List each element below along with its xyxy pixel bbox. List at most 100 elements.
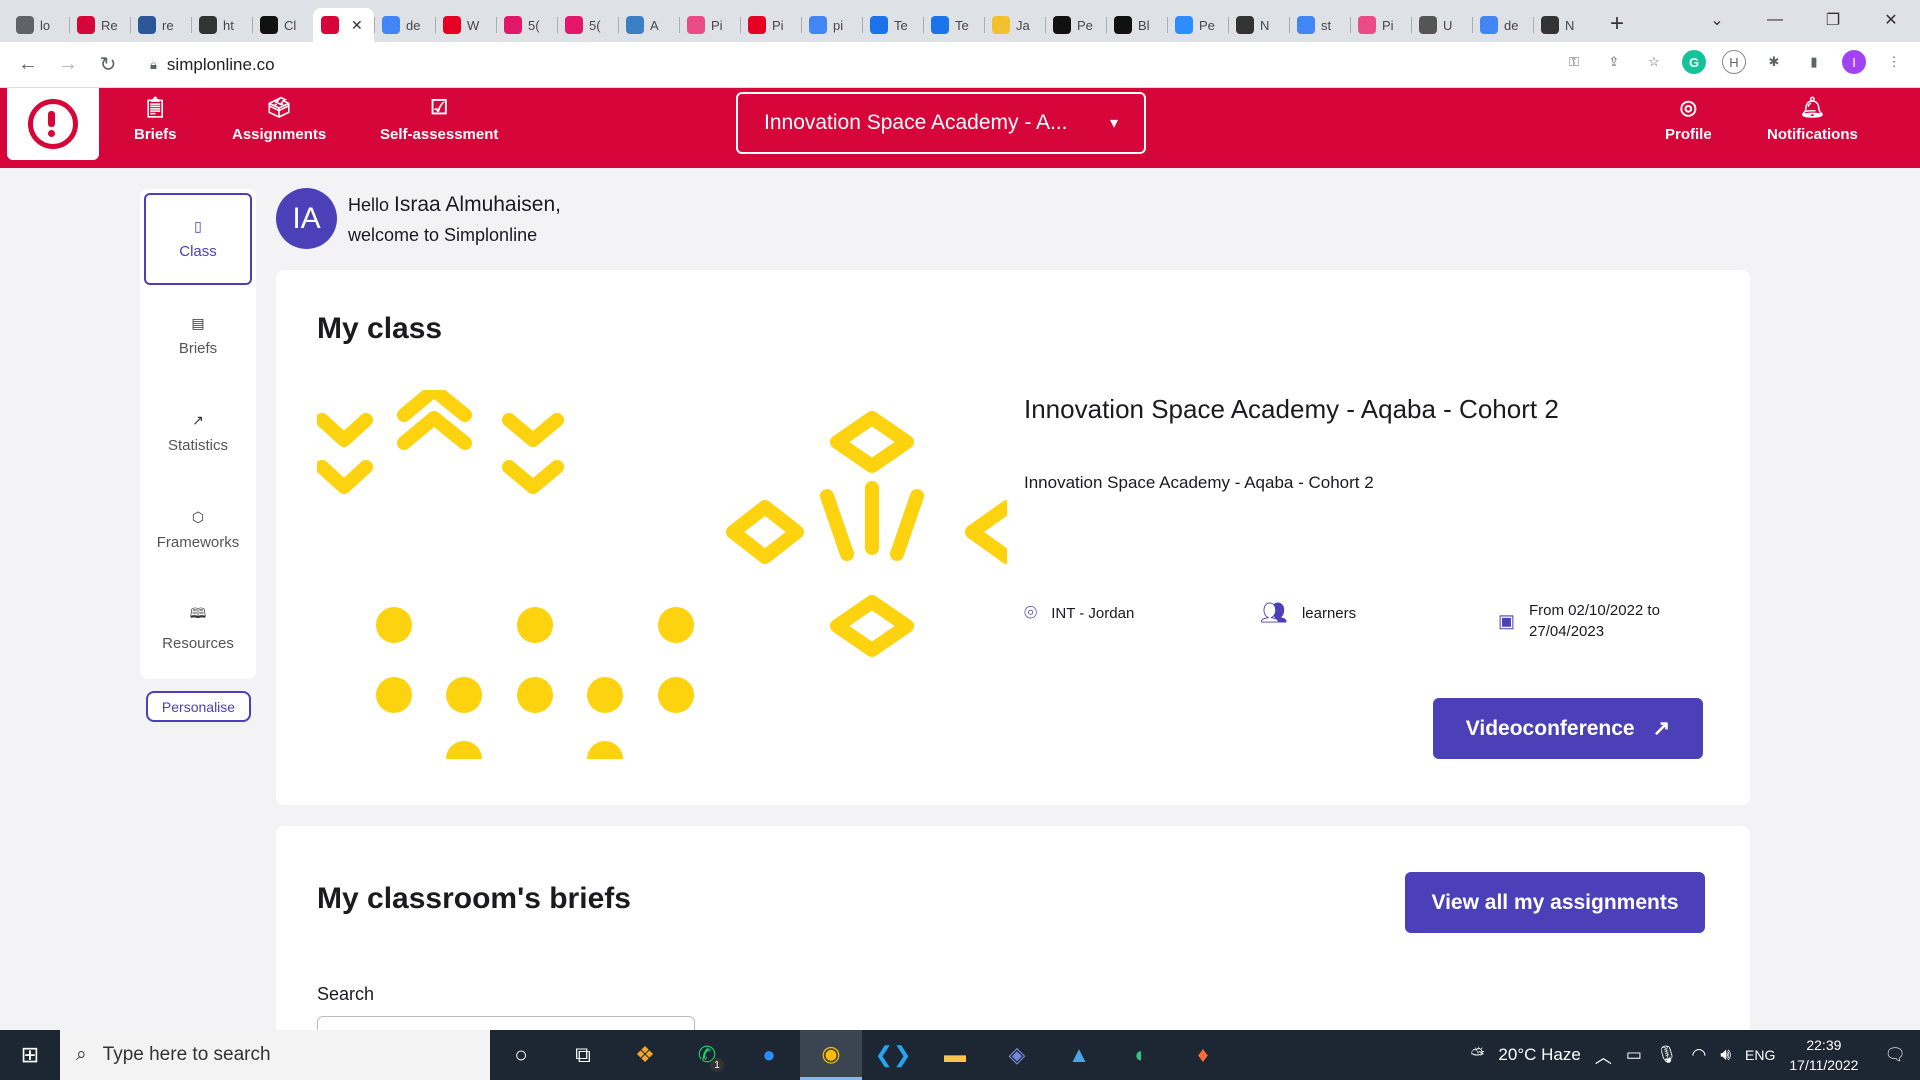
tab-search-chevron-icon[interactable]: ⌄ bbox=[1688, 10, 1746, 30]
browser-tab[interactable]: Bl bbox=[1106, 8, 1167, 42]
reload-icon[interactable]: ↻ bbox=[88, 52, 128, 77]
tab-label: pi bbox=[833, 17, 844, 33]
browser-tab[interactable]: A bbox=[618, 8, 679, 42]
file-explorer-icon[interactable]: ▬ bbox=[924, 1030, 986, 1080]
discord-icon[interactable]: ◈ bbox=[986, 1030, 1048, 1080]
edge-icon[interactable]: ◐ bbox=[1110, 1030, 1172, 1080]
grammarly-icon[interactable]: G bbox=[1682, 50, 1706, 74]
header-nav-briefs[interactable]: 📋︎ Briefs bbox=[134, 96, 177, 143]
browser-tab[interactable]: U bbox=[1411, 8, 1472, 42]
tab-label: Bl bbox=[1138, 17, 1150, 33]
mic-icon[interactable]: 🎙︎ bbox=[1656, 1045, 1678, 1065]
volume-icon[interactable]: 🔊︎ bbox=[1720, 1045, 1731, 1065]
chrome-icon[interactable]: ◉ bbox=[800, 1030, 862, 1080]
browser-tab[interactable]: de bbox=[374, 8, 435, 42]
puzzle-icon[interactable]: ✱ bbox=[1762, 50, 1786, 74]
browser-tab[interactable]: Pi bbox=[1350, 8, 1411, 42]
windows-start-icon[interactable]: ⊞ bbox=[0, 1030, 60, 1080]
browser-tab[interactable]: ht bbox=[191, 8, 252, 42]
header-nav-self-assessment[interactable]: ☑ Self-assessment bbox=[380, 96, 498, 143]
m-icon bbox=[565, 16, 583, 34]
browser-tab[interactable]: N bbox=[1533, 8, 1594, 42]
profile-avatar[interactable]: I bbox=[1842, 50, 1866, 74]
wifi-icon[interactable]: ◠ bbox=[1691, 1045, 1706, 1065]
extension-h-icon[interactable]: H bbox=[1722, 50, 1746, 74]
restore-icon[interactable]: ❐ bbox=[1804, 10, 1862, 30]
sidebar-item-class[interactable]: ▯ Class bbox=[144, 193, 252, 285]
clock[interactable]: 22:39 17/11/2022 bbox=[1789, 1035, 1858, 1075]
browser-tab[interactable]: re bbox=[130, 8, 191, 42]
globe-icon bbox=[16, 16, 34, 34]
close-window-icon[interactable]: ✕ bbox=[1862, 10, 1920, 30]
taskbar-app-icon[interactable]: ❖ bbox=[614, 1030, 676, 1080]
browser-tab[interactable]: Cl bbox=[252, 8, 313, 42]
zoom-icon bbox=[1175, 16, 1193, 34]
forward-icon[interactable]: → bbox=[48, 53, 88, 76]
browser-tab[interactable]: Pe bbox=[1167, 8, 1228, 42]
tab-label: Ja bbox=[1016, 17, 1030, 33]
extension-icons: ⚿ ⇪ ☆ G H ✱ ▮ I ⋮ bbox=[1562, 50, 1906, 74]
new-tab-button[interactable]: + bbox=[1610, 10, 1624, 38]
browser-toolbar: ← → ↻ 🔒︎ simplonline.co ⚿ ⇪ ☆ G H ✱ ▮ I … bbox=[0, 42, 1920, 88]
task-view-icon[interactable]: ⧉ bbox=[552, 1030, 614, 1080]
pinterest-icon bbox=[443, 16, 461, 34]
browser-tab[interactable]: N bbox=[1228, 8, 1289, 42]
tab-label: Pi bbox=[1382, 17, 1394, 33]
personalise-button[interactable]: Personalise bbox=[146, 691, 251, 722]
browser-tab[interactable]: 5( bbox=[557, 8, 618, 42]
side-panel-icon[interactable]: ▮ bbox=[1802, 50, 1826, 74]
browser-tab[interactable]: de bbox=[1472, 8, 1533, 42]
browser-tab[interactable]: 5( bbox=[496, 8, 557, 42]
minimize-icon[interactable]: — bbox=[1746, 11, 1804, 29]
zoom-icon[interactable]: ● bbox=[738, 1030, 800, 1080]
system-tray: ⛅︎ 20°C Haze ︿ ▭ 🎙︎ ◠ 🔊︎ ENG 22:39 17/11… bbox=[1471, 1030, 1920, 1080]
sidebar-item-frameworks[interactable]: ⬡ Frameworks bbox=[144, 484, 252, 576]
address-bar[interactable]: 🔒︎ simplonline.co bbox=[140, 48, 1540, 82]
language-indicator[interactable]: ENG bbox=[1745, 1047, 1775, 1063]
location-pin-icon: ⌾ bbox=[1024, 600, 1038, 625]
sidebar-item-statistics[interactable]: ↗ Statistics bbox=[144, 387, 252, 479]
browser-tab[interactable]: Re bbox=[69, 8, 130, 42]
share-icon[interactable]: ⇪ bbox=[1602, 50, 1626, 74]
academy-select[interactable]: Innovation Space Academy - A... ▾ bbox=[736, 92, 1146, 154]
code-icon bbox=[199, 16, 217, 34]
browser-tab[interactable]: W bbox=[435, 8, 496, 42]
browser-tab[interactable]: Te bbox=[862, 8, 923, 42]
location-text: INT - Jordan bbox=[1051, 604, 1135, 622]
weather-text[interactable]: 20°C Haze bbox=[1498, 1045, 1580, 1065]
sidebar-item-resources[interactable]: 🕮 Resources bbox=[144, 581, 252, 673]
bookmark-star-icon[interactable]: ☆ bbox=[1642, 50, 1666, 74]
browser-tab[interactable]: Pi bbox=[679, 8, 740, 42]
back-icon[interactable]: ← bbox=[8, 53, 48, 76]
videoconference-button[interactable]: Videoconference ↗ bbox=[1433, 698, 1703, 759]
key-icon[interactable]: ⚿ bbox=[1562, 50, 1586, 74]
bell-icon: 🔔︎ bbox=[1799, 97, 1826, 119]
browser-tab[interactable]: st bbox=[1289, 8, 1350, 42]
header-nav-notifications[interactable]: 🔔︎ Notifications bbox=[1767, 96, 1858, 143]
browser-tab[interactable]: Te bbox=[923, 8, 984, 42]
sidebar-item-briefs[interactable]: ▤ Briefs bbox=[144, 290, 252, 382]
header-nav-profile[interactable]: ◎ Profile bbox=[1665, 96, 1712, 143]
tab-close-icon[interactable]: ✕ bbox=[351, 17, 363, 34]
tab-label: Cl bbox=[284, 17, 297, 33]
photos-icon[interactable]: ▲ bbox=[1048, 1030, 1110, 1080]
view-all-assignments-button[interactable]: View all my assignments bbox=[1405, 872, 1705, 933]
notifications-center-icon[interactable]: 🗨︎ bbox=[1884, 1045, 1906, 1065]
browser-tab[interactable]: Pi bbox=[740, 8, 801, 42]
simplon-logo[interactable] bbox=[7, 88, 99, 160]
browser-tab[interactable]: lo bbox=[8, 8, 69, 42]
battery-icon[interactable]: ▭ bbox=[1626, 1045, 1642, 1065]
paint-drop-icon[interactable]: ♦ bbox=[1172, 1030, 1234, 1080]
cortana-icon[interactable]: ○ bbox=[490, 1030, 552, 1080]
whatsapp-icon[interactable]: ✆ 1 bbox=[676, 1030, 738, 1080]
browser-tab[interactable]: Ja bbox=[984, 8, 1045, 42]
tray-chevron-icon[interactable]: ︿ bbox=[1595, 1043, 1612, 1068]
browser-tab[interactable]: pi bbox=[801, 8, 862, 42]
taskbar-search[interactable]: ⌕ Type here to search bbox=[60, 1030, 490, 1080]
browser-tab[interactable]: ✕ bbox=[313, 8, 374, 42]
menu-kebab-icon[interactable]: ⋮ bbox=[1882, 50, 1906, 74]
vscode-icon[interactable]: ❮❯ bbox=[862, 1030, 924, 1080]
header-nav-assignments[interactable]: 🗳︎ Assignments bbox=[232, 96, 326, 143]
browser-tab[interactable]: Pe bbox=[1045, 8, 1106, 42]
tab-label: 5( bbox=[528, 17, 540, 33]
